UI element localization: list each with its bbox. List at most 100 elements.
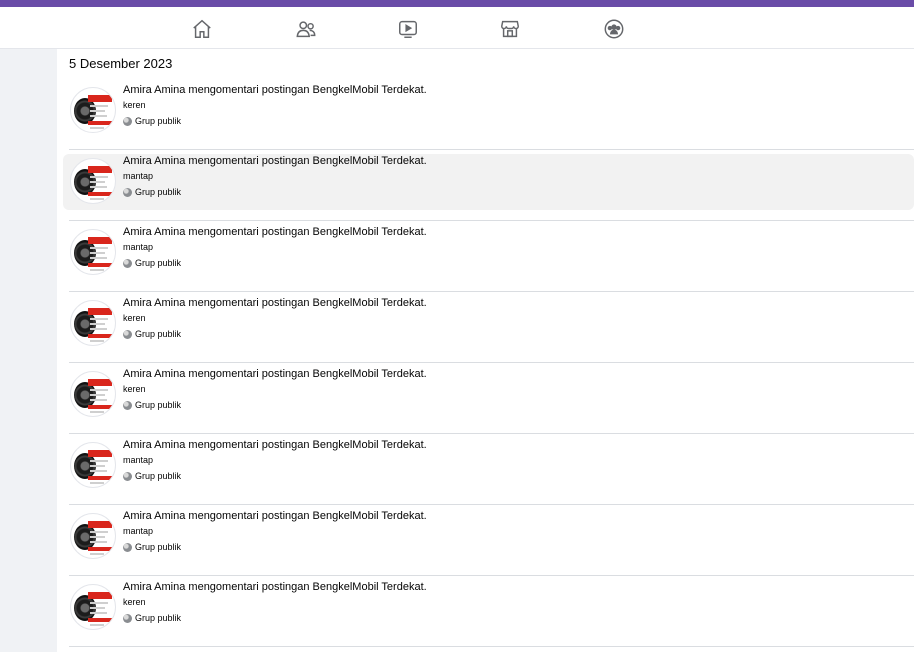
thumb-text-line xyxy=(90,536,105,538)
thumb-text-line xyxy=(90,602,108,604)
thumb-text-line xyxy=(90,105,108,107)
privacy-label: Grup publik xyxy=(123,612,427,624)
comment-text: keren xyxy=(123,100,146,110)
post-thumbnail xyxy=(70,442,116,488)
thumb-text-line xyxy=(90,612,107,614)
post-thumbnail xyxy=(70,158,116,204)
activity-text: Amira Amina mengomentari postingan Bengk… xyxy=(123,225,427,269)
activity-title: Amira Amina mengomentari postingan Bengk… xyxy=(123,439,427,451)
nav-bar xyxy=(0,7,914,49)
left-rail xyxy=(0,49,57,652)
thumb-text-line xyxy=(90,399,107,401)
privacy-text: Grup publik xyxy=(135,187,182,197)
thumb-text-line xyxy=(90,318,108,320)
thumb-text-line xyxy=(90,110,105,112)
marketplace-icon[interactable] xyxy=(498,17,522,41)
privacy-text: Grup publik xyxy=(135,542,182,552)
thumb-text-line xyxy=(90,541,107,543)
privacy-text: Grup publik xyxy=(135,329,182,339)
watch-icon[interactable] xyxy=(396,17,420,41)
post-thumbnail xyxy=(70,513,116,559)
thumb-banner xyxy=(88,476,112,480)
thumb-text-line xyxy=(90,470,107,472)
activity-row[interactable]: Amira Amina mengomentari postingan Bengk… xyxy=(63,150,914,221)
thumb-text-line xyxy=(90,323,105,325)
thumb-text-line xyxy=(90,340,104,342)
comment-text: keren xyxy=(123,313,146,323)
activity-row-hit-area[interactable]: Amira Amina mengomentari postingan Bengk… xyxy=(63,225,914,281)
activity-title: Amira Amina mengomentari postingan Bengk… xyxy=(123,84,427,96)
thumb-text-line xyxy=(90,328,107,330)
globe-icon xyxy=(123,542,132,552)
thumb-text-line xyxy=(90,176,108,178)
privacy-text: Grup publik xyxy=(135,613,182,623)
thumb-banner xyxy=(88,121,112,125)
activity-row-hit-area[interactable]: Amira Amina mengomentari postingan Bengk… xyxy=(63,580,914,636)
home-icon[interactable] xyxy=(190,17,214,41)
activity-text: Amira Amina mengomentari postingan Bengk… xyxy=(123,154,427,198)
post-thumbnail xyxy=(70,300,116,346)
thumb-text-line xyxy=(90,389,108,391)
comment-text: keren xyxy=(123,384,146,394)
globe-icon xyxy=(123,613,132,623)
row-divider xyxy=(69,646,914,647)
thumb-banner xyxy=(88,450,112,457)
thumb-text-line xyxy=(90,460,108,462)
thumb-text-line xyxy=(90,394,105,396)
globe-icon xyxy=(123,400,132,410)
globe-icon xyxy=(123,258,132,268)
activity-title: Amira Amina mengomentari postingan Bengk… xyxy=(123,368,427,380)
comment-text: mantap xyxy=(123,171,154,181)
comment-text: mantap xyxy=(123,455,154,465)
privacy-label: Grup publik xyxy=(123,257,427,269)
activity-row-hit-area[interactable]: Amira Amina mengomentari postingan Bengk… xyxy=(63,438,914,494)
activity-row-hit-area[interactable]: Amira Amina mengomentari postingan Bengk… xyxy=(63,367,914,423)
globe-icon xyxy=(123,116,132,126)
privacy-label: Grup publik xyxy=(123,328,427,340)
activity-row[interactable]: Amira Amina mengomentari postingan Bengk… xyxy=(63,576,914,647)
activity-text: Amira Amina mengomentari postingan Bengk… xyxy=(123,83,427,127)
thumb-text-line xyxy=(90,607,105,609)
thumb-banner xyxy=(88,547,112,551)
thumb-text-line xyxy=(90,252,105,254)
activity-text: Amira Amina mengomentari postingan Bengk… xyxy=(123,509,427,553)
thumb-banner xyxy=(88,379,112,386)
privacy-text: Grup publik xyxy=(135,400,182,410)
activity-row[interactable]: Amira Amina mengomentari postingan Bengk… xyxy=(63,434,914,505)
groups-icon[interactable] xyxy=(602,17,626,41)
thumb-banner xyxy=(88,405,112,409)
thumb-text-line xyxy=(90,198,104,200)
thumb-banner xyxy=(88,95,112,102)
thumb-text-line xyxy=(90,411,104,413)
activity-row[interactable]: Amira Amina mengomentari postingan Bengk… xyxy=(63,505,914,576)
activity-row-hit-area[interactable]: Amira Amina mengomentari postingan Bengk… xyxy=(63,83,914,139)
thumb-text-line xyxy=(90,482,104,484)
globe-icon xyxy=(123,329,132,339)
comment-text: mantap xyxy=(123,242,154,252)
privacy-label: Grup publik xyxy=(123,115,427,127)
activity-row[interactable]: Amira Amina mengomentari postingan Bengk… xyxy=(63,292,914,363)
activity-title: Amira Amina mengomentari postingan Bengk… xyxy=(123,510,427,522)
activity-title: Amira Amina mengomentari postingan Bengk… xyxy=(123,297,427,309)
post-thumbnail xyxy=(70,229,116,275)
privacy-text: Grup publik xyxy=(135,471,182,481)
post-thumbnail xyxy=(70,584,116,630)
activity-row-hit-area[interactable]: Amira Amina mengomentari postingan Bengk… xyxy=(63,296,914,352)
activity-row[interactable]: Amira Amina mengomentari postingan Bengk… xyxy=(63,221,914,292)
activity-row-hit-area[interactable]: Amira Amina mengomentari postingan Bengk… xyxy=(63,154,914,210)
friends-icon[interactable] xyxy=(294,17,318,41)
activity-text: Amira Amina mengomentari postingan Bengk… xyxy=(123,438,427,482)
thumb-banner xyxy=(88,618,112,622)
activity-row[interactable]: Amira Amina mengomentari postingan Bengk… xyxy=(63,79,914,150)
comment-text: mantap xyxy=(123,526,154,536)
globe-icon xyxy=(123,471,132,481)
thumb-banner xyxy=(88,192,112,196)
thumb-text-line xyxy=(90,247,108,249)
activity-text: Amira Amina mengomentari postingan Bengk… xyxy=(123,580,427,624)
activity-text: Amira Amina mengomentari postingan Bengk… xyxy=(123,367,427,411)
activity-row[interactable]: Amira Amina mengomentari postingan Bengk… xyxy=(63,363,914,434)
post-thumbnail xyxy=(70,371,116,417)
thumb-text-line xyxy=(90,624,104,626)
privacy-label: Grup publik xyxy=(123,186,427,198)
activity-row-hit-area[interactable]: Amira Amina mengomentari postingan Bengk… xyxy=(63,509,914,565)
